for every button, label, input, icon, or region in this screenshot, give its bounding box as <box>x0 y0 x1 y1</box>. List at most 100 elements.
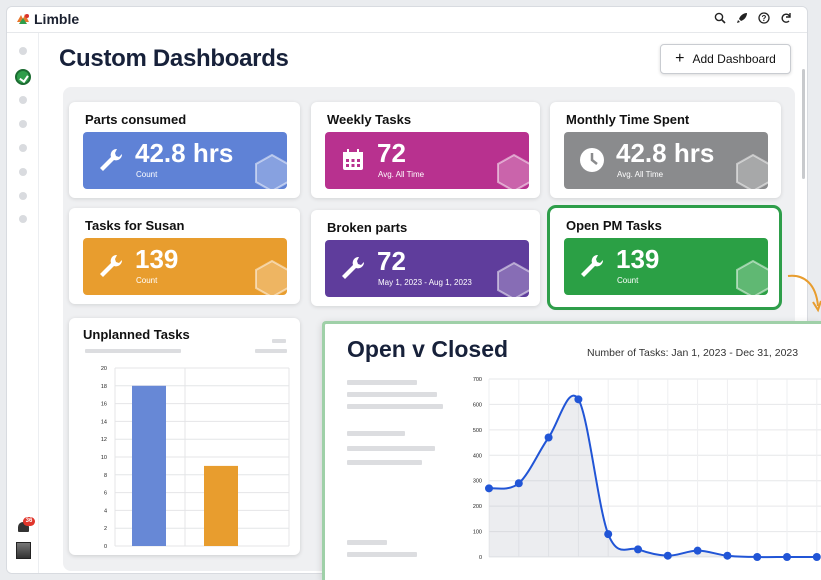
kpi-widget[interactable]: Broken parts 72 May 1, 2023 - Aug 1, 2023 <box>311 210 540 306</box>
y-tick-label: 18 <box>101 384 107 390</box>
kpi-widget[interactable]: Monthly Time Spent 42.8 hrs Avg. All Time <box>550 102 781 198</box>
hexagon-icon <box>497 262 529 297</box>
add-dashboard-button[interactable]: + Add Dashboard <box>660 44 791 74</box>
bar[interactable] <box>132 385 166 546</box>
y-tick-label: 20 <box>101 366 107 372</box>
kpi-subtitle: Count <box>136 170 158 179</box>
rocket-icon[interactable] <box>735 12 749 27</box>
scrollbar[interactable] <box>802 69 805 179</box>
sidebar-item[interactable] <box>19 96 27 104</box>
data-point[interactable] <box>783 553 791 561</box>
widget-title: Monthly Time Spent <box>566 112 690 127</box>
data-point[interactable] <box>812 553 821 561</box>
kpi-subtitle: Avg. All Time <box>378 170 425 179</box>
wrench-icon <box>578 252 606 280</box>
kpi-card: 139 Count <box>564 238 768 295</box>
data-point[interactable] <box>753 553 762 561</box>
hexagon-icon <box>255 154 287 189</box>
notifications-button[interactable]: 36 <box>17 517 35 533</box>
data-point[interactable] <box>693 546 702 555</box>
kpi-value: 72 <box>377 246 406 276</box>
y-tick-label: 500 <box>473 428 482 434</box>
widget-title: Open PM Tasks <box>566 218 662 233</box>
user-avatar[interactable] <box>16 542 31 559</box>
y-tick-label: 8 <box>104 473 107 479</box>
svg-text:?: ? <box>762 14 767 23</box>
y-tick-label: 200 <box>473 504 482 510</box>
help-icon[interactable]: ? <box>757 12 771 27</box>
notification-badge: 36 <box>23 517 35 526</box>
y-tick-label: 6 <box>104 491 107 497</box>
widget-title: Tasks for Susan <box>85 218 185 233</box>
clock-icon <box>578 146 606 174</box>
kpi-widget[interactable]: Open PM Tasks 139 Count <box>547 205 782 310</box>
sidebar-item[interactable] <box>19 168 27 176</box>
hexagon-icon <box>736 154 768 189</box>
data-point[interactable] <box>723 551 732 560</box>
kpi-value: 139 <box>616 244 660 274</box>
area-fill <box>489 395 817 558</box>
sidebar-item[interactable] <box>19 47 27 55</box>
data-point[interactable] <box>544 433 553 442</box>
widget-title: Parts consumed <box>85 112 187 127</box>
sidebar-item[interactable] <box>19 215 27 223</box>
kpi-card: 139 Count <box>83 238 287 295</box>
unplanned-tasks-widget[interactable]: Unplanned Tasks 0 2 4 6 8 10 12 14 16 18 20 <box>69 318 300 555</box>
kpi-value: 42.8 hrs <box>616 138 715 168</box>
add-dashboard-label: Add Dashboard <box>692 52 776 66</box>
kpi-card: 72 Avg. All Time <box>325 132 529 189</box>
kpi-widget[interactable]: Parts consumed 42.8 hrs Count <box>69 102 300 198</box>
limble-logo-icon <box>17 14 29 24</box>
kpi-widget[interactable]: Tasks for Susan 139 Count <box>69 208 300 304</box>
kpi-value: 42.8 hrs <box>135 138 234 168</box>
sidebar-item[interactable] <box>19 144 27 152</box>
data-point[interactable] <box>604 530 613 539</box>
y-tick-label: 16 <box>101 402 107 408</box>
kpi-subtitle: May 1, 2023 - Aug 1, 2023 <box>378 278 472 287</box>
data-point[interactable] <box>514 479 523 488</box>
kpi-card: 42.8 hrs Count <box>83 132 287 189</box>
y-tick-label: 12 <box>101 437 107 443</box>
y-tick-label: 14 <box>101 419 107 425</box>
y-tick-label: 600 <box>473 402 482 408</box>
unplanned-tasks-bar-chart: 0 2 4 6 8 10 12 14 16 18 20 <box>101 366 290 550</box>
kpi-subtitle: Avg. All Time <box>617 170 664 179</box>
curved-arrow-icon <box>787 274 821 313</box>
open-v-closed-panel[interactable]: Open v Closed Number of Tasks: Jan 1, 20… <box>322 321 821 580</box>
kpi-subtitle: Count <box>617 276 639 285</box>
plus-icon: + <box>675 50 685 67</box>
data-point[interactable] <box>574 395 583 404</box>
kpi-card: 72 May 1, 2023 - Aug 1, 2023 <box>325 240 529 297</box>
y-tick-label: 4 <box>104 508 107 514</box>
top-bar: Limble ? <box>7 7 807 33</box>
wrench-icon <box>339 254 367 282</box>
y-tick-label: 2 <box>104 526 107 532</box>
top-icons: ? <box>713 12 793 27</box>
wrench-icon <box>97 252 125 280</box>
hexagon-icon <box>497 154 529 189</box>
data-point[interactable] <box>663 551 672 560</box>
calendar-icon <box>339 146 367 174</box>
hexagon-icon <box>255 260 287 295</box>
kpi-card: 42.8 hrs Avg. All Time <box>564 132 768 189</box>
widget-title: Broken parts <box>327 220 408 235</box>
bar[interactable] <box>204 465 238 546</box>
wrench-icon <box>97 146 125 174</box>
data-point[interactable] <box>634 545 642 554</box>
y-tick-label: 400 <box>473 453 482 459</box>
kpi-widget[interactable]: Weekly Tasks 72 Avg. All Time <box>311 102 540 198</box>
kpi-value: 139 <box>135 244 179 274</box>
app-name: Limble <box>34 11 80 27</box>
refresh-icon[interactable] <box>779 12 793 27</box>
search-icon[interactable] <box>713 12 727 27</box>
sidebar-item-dashboards-active[interactable] <box>15 69 31 85</box>
data-point[interactable] <box>485 484 493 493</box>
sidebar: 36 <box>7 33 39 573</box>
logo[interactable]: Limble <box>15 11 79 27</box>
sidebar-item[interactable] <box>19 192 27 200</box>
open-v-closed-line-chart: 0 100 200 300 400 500 600 700 <box>473 377 821 561</box>
y-tick-label: 700 <box>473 377 482 383</box>
y-tick-label: 10 <box>101 455 107 461</box>
y-tick-label: 300 <box>473 479 482 485</box>
sidebar-item[interactable] <box>19 120 27 128</box>
